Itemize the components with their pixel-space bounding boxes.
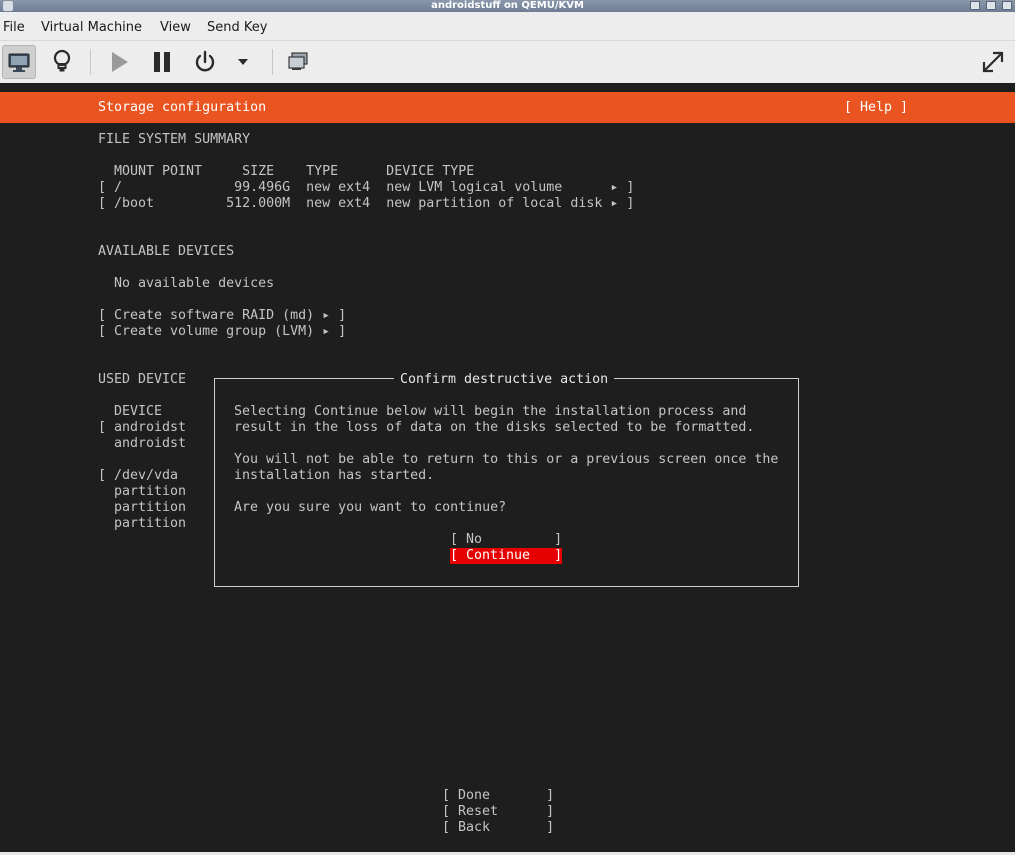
fs-row-boot[interactable]: [ /boot 512.000M new ext4 new partition … (98, 196, 634, 212)
dialog-text-line: You will not be able to return to this o… (234, 452, 779, 467)
snapshot-icon (288, 52, 308, 70)
used-device-line: partition (98, 484, 187, 499)
play-icon (112, 52, 128, 72)
fullscreen-button[interactable] (976, 45, 1010, 79)
dropdown-arrow-icon (238, 59, 248, 65)
dialog-text-line: installation has started. (234, 468, 435, 483)
power-icon (195, 50, 215, 72)
toolbar (0, 40, 1015, 84)
menubar: File Virtual Machine View Send Key (0, 12, 1015, 40)
used-devices-heading: USED DEVICE (98, 372, 187, 387)
dialog-title: Confirm destructive action (394, 372, 615, 388)
page-title: Storage configuration (98, 100, 267, 115)
window-title: androidstuff on QEMU/KVM (431, 0, 584, 11)
maximize-button[interactable] (986, 1, 996, 10)
run-button[interactable] (102, 45, 136, 79)
available-devices-heading: AVAILABLE DEVICES (98, 244, 235, 259)
fullscreen-icon (982, 51, 1004, 73)
menu-view[interactable]: View (160, 20, 191, 36)
menu-virtual-machine[interactable]: Virtual Machine (41, 20, 142, 36)
snapshots-button[interactable] (281, 45, 315, 79)
window-titlebar: androidstuff on QEMU/KVM (0, 0, 1015, 12)
dialog-text-line: Selecting Continue below will begin the … (234, 404, 747, 419)
menu-send-key[interactable]: Send Key (207, 20, 267, 36)
help-button[interactable]: [ Help ] (844, 100, 908, 116)
toolbar-separator (272, 49, 273, 75)
used-device-line: partition (98, 516, 187, 531)
dialog-continue-button[interactable]: [ Continue ] (450, 548, 563, 564)
lightbulb-icon (53, 49, 71, 72)
minimize-button[interactable] (970, 1, 980, 10)
used-device-line: partition (98, 500, 187, 515)
create-lvm-button[interactable]: [ Create volume group (LVM) ▸ ] (98, 324, 346, 340)
vm-console[interactable]: Storage configuration [ Help ] FILE SYST… (0, 83, 1015, 852)
close-button[interactable] (1002, 1, 1012, 10)
fs-summary-heading: FILE SYSTEM SUMMARY (98, 132, 251, 147)
pause-button[interactable] (145, 45, 179, 79)
reset-button[interactable]: [ Reset ] (442, 804, 554, 820)
shutdown-button[interactable] (188, 45, 222, 79)
used-device-line: androidst (98, 436, 187, 451)
console-view-button[interactable] (2, 45, 36, 79)
no-available-devices: No available devices (114, 276, 275, 291)
used-device-line: DEVICE (98, 404, 163, 419)
back-button[interactable]: [ Back ] (442, 820, 554, 836)
dialog-text-line: result in the loss of data on the disks … (234, 420, 755, 435)
used-device-line[interactable]: [ /dev/vda (98, 468, 178, 484)
toolbar-separator (90, 49, 91, 75)
pause-icon (154, 52, 170, 72)
used-device-line[interactable]: [ androidst (98, 420, 186, 436)
shutdown-menu-button[interactable] (226, 45, 260, 79)
create-raid-button[interactable]: [ Create software RAID (md) ▸ ] (98, 308, 346, 324)
dialog-no-button[interactable]: [ No ] (450, 532, 562, 548)
fs-summary-columns: MOUNT POINT SIZE TYPE DEVICE TYPE (114, 164, 475, 179)
menu-file[interactable]: File (3, 20, 25, 36)
monitor-icon (8, 53, 30, 72)
dialog-question: Are you sure you want to continue? (234, 500, 507, 515)
fs-row-root[interactable]: [ / 99.496G new ext4 new LVM logical vol… (98, 180, 634, 196)
details-view-button[interactable] (45, 45, 79, 79)
done-button[interactable]: [ Done ] (442, 788, 554, 804)
